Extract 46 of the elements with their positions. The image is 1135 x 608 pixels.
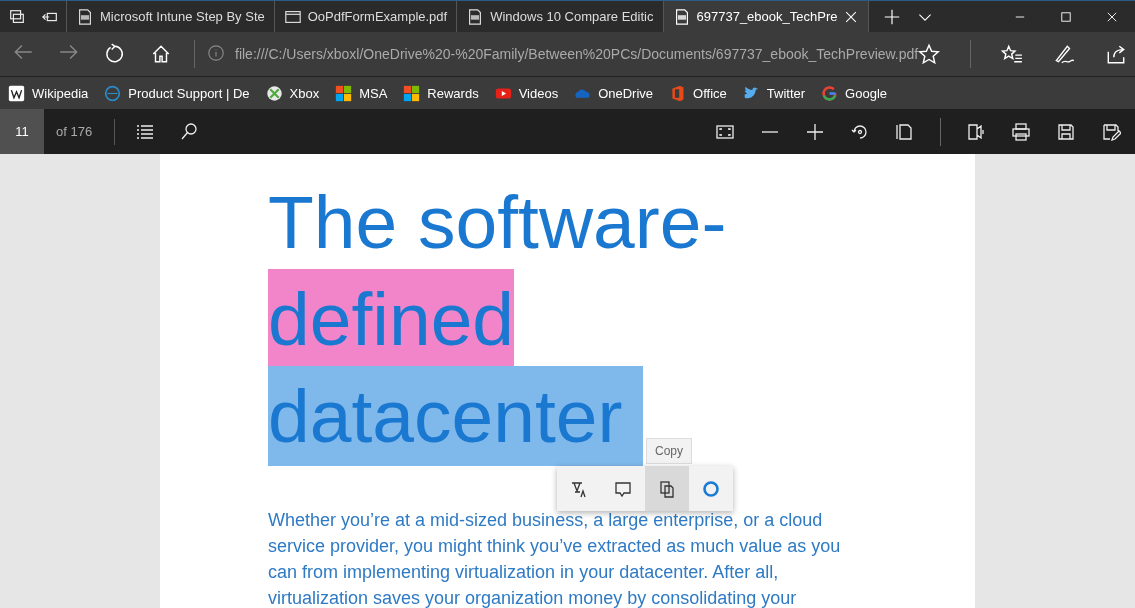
tab-stack-icon[interactable] xyxy=(7,7,26,26)
refresh-icon[interactable] xyxy=(104,43,126,65)
maximize-icon[interactable] xyxy=(1059,9,1073,24)
four-squares-icon xyxy=(335,84,353,102)
page-layout-icon[interactable] xyxy=(895,121,915,142)
favorite-link[interactable]: Twitter xyxy=(742,84,806,102)
favorite-link[interactable]: Office xyxy=(669,84,727,102)
copy-tooltip: Copy xyxy=(646,438,692,464)
search-icon[interactable] xyxy=(179,121,200,142)
info-icon[interactable] xyxy=(207,43,225,62)
favorite-link[interactable]: Product Support | De xyxy=(104,84,250,102)
zoom-in-icon[interactable] xyxy=(805,121,825,142)
save-as-icon[interactable] xyxy=(1101,121,1121,142)
document-title-line: The software- xyxy=(268,179,727,266)
w-logo-icon xyxy=(8,84,25,102)
four-squares-icon xyxy=(403,84,421,102)
g-logo-icon xyxy=(821,84,839,102)
save-icon[interactable] xyxy=(1056,121,1076,142)
copy-icon xyxy=(657,478,677,499)
pen-icon[interactable] xyxy=(1053,43,1076,65)
cortana-button[interactable] xyxy=(689,466,733,511)
read-aloud-icon[interactable] xyxy=(966,121,986,142)
page-count: of 176 xyxy=(44,118,116,145)
highlight-button[interactable] xyxy=(557,466,601,511)
star-icon[interactable] xyxy=(918,43,941,65)
favorite-link[interactable]: OneDrive xyxy=(574,84,654,102)
globe-icon xyxy=(104,84,122,102)
print-icon[interactable] xyxy=(1011,121,1031,142)
copy-button[interactable] xyxy=(645,466,689,511)
browser-tab[interactable]: 697737_ebook_TechPre xyxy=(662,1,869,32)
favorite-link[interactable]: Rewards xyxy=(403,84,479,102)
circle-icon xyxy=(701,478,721,499)
favorite-link[interactable]: Wikipedia xyxy=(8,84,89,102)
favorite-link[interactable]: MSA xyxy=(335,84,388,102)
home-icon[interactable] xyxy=(150,43,172,65)
favorites-list-icon[interactable] xyxy=(1001,43,1024,65)
page-number-field[interactable]: 11 xyxy=(0,109,44,154)
favorite-link[interactable]: Videos xyxy=(494,84,559,102)
share-icon[interactable] xyxy=(1105,43,1128,65)
document-paragraph: Whether you’re at a mid-sized business, a large enterprise, or a cloud service provider, you might think you’ve extracted as much value as you can from implementing virtualization in your datacenter. After all, virtualization saves your organization money by consolidating your xyxy=(268,509,842,608)
favorite-link[interactable]: Google xyxy=(821,84,887,102)
comment-button[interactable] xyxy=(601,466,645,511)
pdf-file-icon xyxy=(76,7,94,26)
favorite-link[interactable]: Xbox xyxy=(265,84,320,102)
sphere-icon xyxy=(265,84,283,102)
plus-icon[interactable] xyxy=(883,7,902,26)
